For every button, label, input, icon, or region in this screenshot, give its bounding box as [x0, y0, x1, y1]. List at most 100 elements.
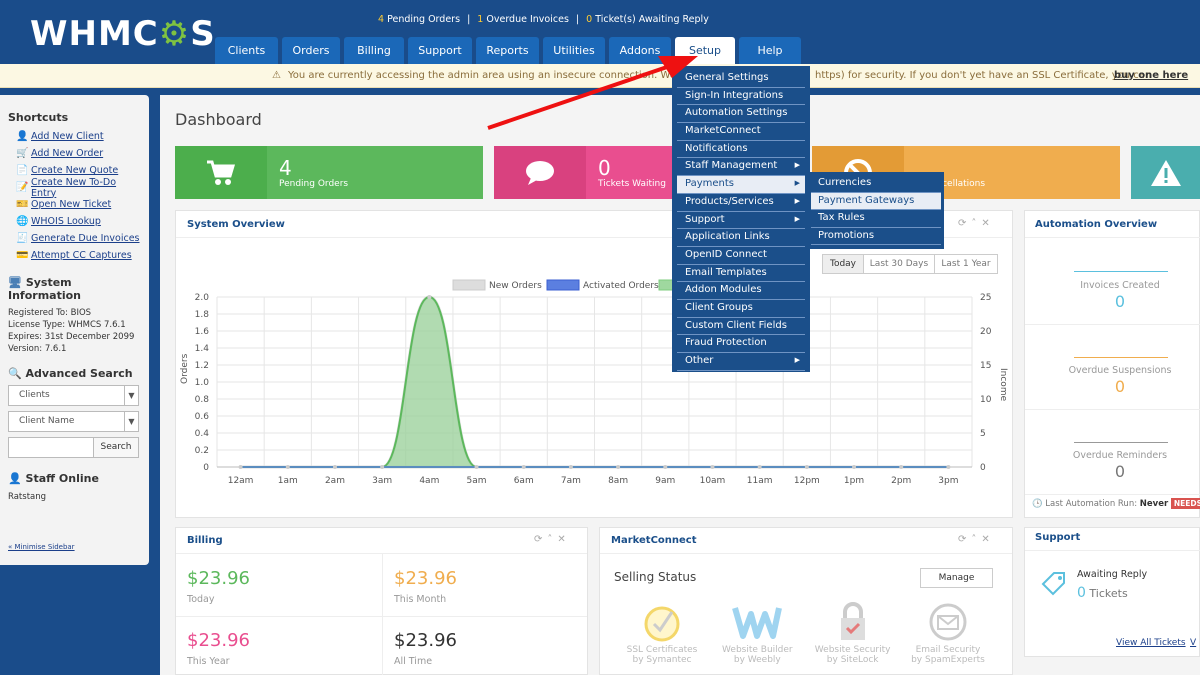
- chevron-right-icon: ▶: [794, 214, 800, 223]
- search-field-select[interactable]: Client Name ▼: [8, 411, 139, 432]
- view-all-tickets-link[interactable]: View All Tickets: [1116, 638, 1186, 648]
- setup-menu-item-custom-client-fields[interactable]: Custom Client Fields: [677, 318, 805, 336]
- tab-billing[interactable]: Billing: [344, 37, 404, 64]
- tab-clients[interactable]: Clients: [215, 37, 278, 64]
- x-tick-label: 9am: [655, 476, 675, 486]
- tickets-count[interactable]: 0: [586, 14, 592, 25]
- x-tick-label: 6am: [514, 476, 534, 486]
- tickets-awaiting-link[interactable]: Ticket(s) Awaiting Reply: [595, 14, 709, 25]
- y2-tick-label: 0: [980, 463, 986, 473]
- setup-menu-item-fraud-protection[interactable]: Fraud Protection: [677, 335, 805, 353]
- setup-menu-item-email-templates[interactable]: Email Templates: [677, 265, 805, 283]
- y-tick-label: 1.2: [195, 361, 209, 371]
- panel-controls: ⟳˄✕: [958, 534, 995, 545]
- setup-menu-item-application-links[interactable]: Application Links: [677, 229, 805, 247]
- overdue-suspensions-bar: [1074, 357, 1168, 358]
- collapse-icon[interactable]: ˄: [971, 534, 981, 545]
- globe-icon: 🌐: [16, 215, 29, 227]
- lock-icon: [806, 600, 900, 645]
- setup-menu-item-notifications[interactable]: Notifications: [677, 141, 805, 159]
- refresh-icon[interactable]: ⟳: [958, 218, 971, 229]
- awaiting-reply-label: Awaiting Reply: [1077, 569, 1148, 580]
- search-input[interactable]: [8, 437, 94, 458]
- collapse-icon[interactable]: ˄: [971, 218, 981, 229]
- close-icon[interactable]: ✕: [981, 218, 994, 229]
- payments-menu-item-tax-rules[interactable]: Tax Rules: [811, 210, 941, 228]
- refresh-icon[interactable]: ⟳: [958, 534, 971, 545]
- billing-today-value: $23.96: [187, 568, 250, 589]
- x-tick-label: 1pm: [844, 476, 864, 486]
- setup-menu-item-other[interactable]: Other ▶: [677, 353, 805, 371]
- shortcut-open-ticket[interactable]: 🎫 Open New Ticket: [8, 196, 141, 213]
- shortcut-generate-invoices[interactable]: 🧾 Generate Due Invoices: [8, 230, 141, 247]
- search-button[interactable]: Search: [94, 437, 139, 458]
- refresh-icon[interactable]: ⟳: [534, 534, 547, 545]
- staff-icon: 👤: [8, 472, 22, 485]
- manage-button[interactable]: Manage: [920, 568, 993, 588]
- product-ssl[interactable]: SSL Certificates by Symantec: [615, 600, 709, 665]
- invoices-created-value: 0: [1114, 292, 1126, 311]
- page-title: Dashboard: [175, 110, 262, 129]
- pending-orders-link[interactable]: Pending Orders: [387, 14, 460, 25]
- setup-menu-item-staff-management[interactable]: Staff Management ▶: [677, 158, 805, 177]
- chart-ticks: 2.0 1.8 1.6 1.4 1.2 1.0 0.8 0.6 0.4 0.2 0 25 20 15 10 5…: [195, 293, 992, 486]
- tab-support[interactable]: Support: [408, 37, 472, 64]
- setup-menu-item-client-groups[interactable]: Client Groups: [677, 300, 805, 318]
- invoice-icon: 🧾: [16, 232, 29, 244]
- shortcut-attempt-cc[interactable]: 💳 Attempt CC Captures: [8, 247, 141, 264]
- pending-orders-count[interactable]: 4: [378, 14, 384, 25]
- payments-menu-item-promotions[interactable]: Promotions: [811, 228, 941, 246]
- chart-grid: [216, 296, 973, 468]
- registered-to: Registered To: BIOS: [8, 308, 92, 318]
- legend-swatch-activated-orders: [546, 279, 580, 291]
- search-type-select[interactable]: Clients ▼: [8, 385, 139, 406]
- product-spamexperts[interactable]: Email Security by SpamExperts: [901, 600, 995, 665]
- x-tick-label: 10am: [700, 476, 726, 486]
- shortcut-create-todo[interactable]: 📝 Create New To-Do Entry: [8, 177, 141, 199]
- payments-menu-item-payment-gateways[interactable]: Payment Gateways: [811, 192, 941, 211]
- range-30-days[interactable]: Last 30 Days: [864, 254, 935, 274]
- billing-month-label: This Month: [394, 594, 447, 605]
- setup-menu-item-addon-modules[interactable]: Addon Modules: [677, 282, 805, 300]
- overdue-invoices-link[interactable]: Overdue Invoices: [486, 14, 569, 25]
- shortcut-add-new-client[interactable]: 👤 Add New Client: [8, 128, 141, 145]
- setup-menu-item-payments[interactable]: Payments ▶: [677, 176, 805, 194]
- y2-tick-label: 20: [980, 327, 992, 337]
- close-icon[interactable]: ✕: [981, 534, 994, 545]
- close-icon[interactable]: ✕: [557, 534, 570, 545]
- new-orders-point: [899, 465, 904, 469]
- product-sitelock[interactable]: Website Security by SiteLock: [806, 600, 900, 665]
- x-tick-label: 3am: [372, 476, 392, 486]
- overdue-invoices-count[interactable]: 1: [477, 14, 483, 25]
- marketconnect-products: SSL Certificates by Symantec Website Bui…: [615, 600, 995, 665]
- stat-pending-orders[interactable]: 4 Pending Orders: [175, 146, 483, 199]
- tab-help[interactable]: Help: [739, 37, 801, 64]
- whmcs-logo[interactable]: WHMC⚙S: [30, 14, 216, 54]
- x-tick-label: 11am: [747, 476, 773, 486]
- payments-menu-item-currencies[interactable]: Currencies: [811, 175, 941, 193]
- legend-new-orders: New Orders: [489, 281, 542, 291]
- product-weebly[interactable]: Website Builder by Weebly: [710, 600, 804, 665]
- new-orders-point: [852, 465, 857, 469]
- stat-warning[interactable]: [1131, 146, 1200, 199]
- range-today[interactable]: Today: [822, 254, 864, 274]
- range-1-year[interactable]: Last 1 Year: [935, 254, 998, 274]
- collapse-icon[interactable]: ˄: [547, 534, 557, 545]
- y-tick-label: 1.0: [195, 378, 210, 388]
- setup-menu-item-support[interactable]: Support ▶: [677, 212, 805, 230]
- awaiting-tickets[interactable]: 0 Tickets: [1077, 585, 1128, 601]
- stat-tickets-waiting[interactable]: 0 Tickets Waiting: [494, 146, 674, 199]
- y-axis-label-orders: Orders: [180, 353, 190, 384]
- y2-tick-label: 5: [980, 429, 986, 439]
- shortcut-whois-lookup[interactable]: 🌐 WHOIS Lookup: [8, 213, 141, 230]
- system-overview-chart: New Orders Activated Orders 2.0 1.8 1.6 1.4…: [180, 279, 1008, 486]
- tab-orders[interactable]: Orders: [282, 37, 340, 64]
- view-my-tickets-link[interactable]: V: [1190, 638, 1196, 648]
- setup-menu-item-products-services[interactable]: Products/Services ▶: [677, 194, 805, 212]
- chat-bubble-icon: [494, 146, 586, 199]
- setup-menu-item-openid-connect[interactable]: OpenID Connect: [677, 247, 805, 265]
- buy-ssl-link[interactable]: buy one here: [1114, 64, 1188, 87]
- shortcut-add-new-order[interactable]: 🛒 Add New Order: [8, 145, 141, 162]
- minimise-sidebar-link[interactable]: « Minimise Sidebar: [8, 543, 75, 551]
- new-orders-point: [474, 465, 479, 469]
